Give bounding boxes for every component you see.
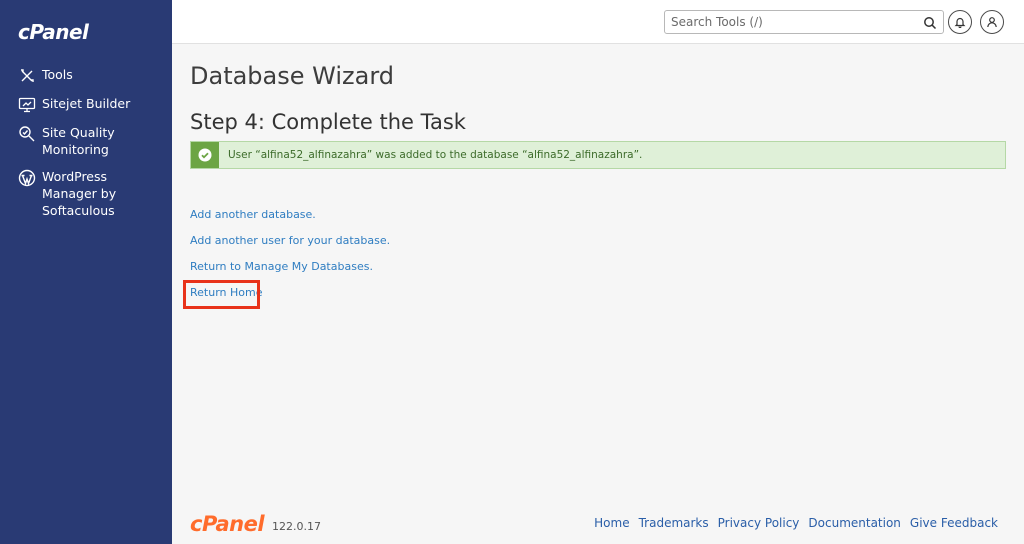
sitejet-icon <box>18 96 36 114</box>
highlight-box <box>183 280 260 309</box>
tools-icon <box>18 67 36 85</box>
footer-home-link[interactable]: Home <box>594 516 629 530</box>
sidebar-item-site-quality[interactable]: Site Quality Monitoring <box>0 124 172 158</box>
user-menu-button[interactable] <box>980 10 1004 34</box>
search-icon[interactable] <box>923 15 937 30</box>
cpanel-logo[interactable]: cPanel <box>18 20 89 44</box>
footer-documentation-link[interactable]: Documentation <box>808 516 901 530</box>
sidebar-item-label: Sitejet Builder <box>42 96 131 111</box>
sidebar-nav: Tools Sitejet Builder Site Quality Monit… <box>0 66 172 229</box>
sidebar: cPanel Tools Sitejet Builder Site Qualit… <box>0 0 172 544</box>
footer: cPanel 122.0.17 Home Trademarks Privacy … <box>172 506 1024 538</box>
sidebar-item-sitejet[interactable]: Sitejet Builder <box>0 95 172 114</box>
user-icon <box>986 13 998 32</box>
page-title: Database Wizard <box>190 62 394 90</box>
footer-privacy-link[interactable]: Privacy Policy <box>718 516 800 530</box>
add-database-link[interactable]: Add another database. <box>190 208 390 234</box>
check-circle-icon <box>191 142 219 168</box>
search-box <box>664 10 944 34</box>
sidebar-item-wordpress[interactable]: WordPress Manager by Softaculous <box>0 168 172 219</box>
alert-message: User “alfina52_alfinazahra” was added to… <box>228 149 643 161</box>
top-header <box>172 0 1024 44</box>
footer-feedback-link[interactable]: Give Feedback <box>910 516 998 530</box>
bell-icon <box>954 13 966 32</box>
wordpress-icon <box>18 169 36 187</box>
footer-links: Home Trademarks Privacy Policy Documenta… <box>594 516 998 530</box>
search-input[interactable] <box>665 11 915 33</box>
sidebar-item-label: Site Quality Monitoring <box>42 125 115 157</box>
footer-cpanel-logo: cPanel <box>190 512 265 536</box>
sidebar-item-label: WordPress Manager by Softaculous <box>42 169 117 218</box>
version-number: 122.0.17 <box>272 520 321 533</box>
step-title: Step 4: Complete the Task <box>190 110 466 134</box>
add-user-link[interactable]: Add another user for your database. <box>190 234 390 260</box>
footer-trademarks-link[interactable]: Trademarks <box>639 516 709 530</box>
sidebar-item-label: Tools <box>42 67 73 82</box>
success-alert: User “alfina52_alfinazahra” was added to… <box>190 141 1006 169</box>
sidebar-item-tools[interactable]: Tools <box>0 66 172 85</box>
notifications-button[interactable] <box>948 10 972 34</box>
site-quality-icon <box>18 125 36 143</box>
